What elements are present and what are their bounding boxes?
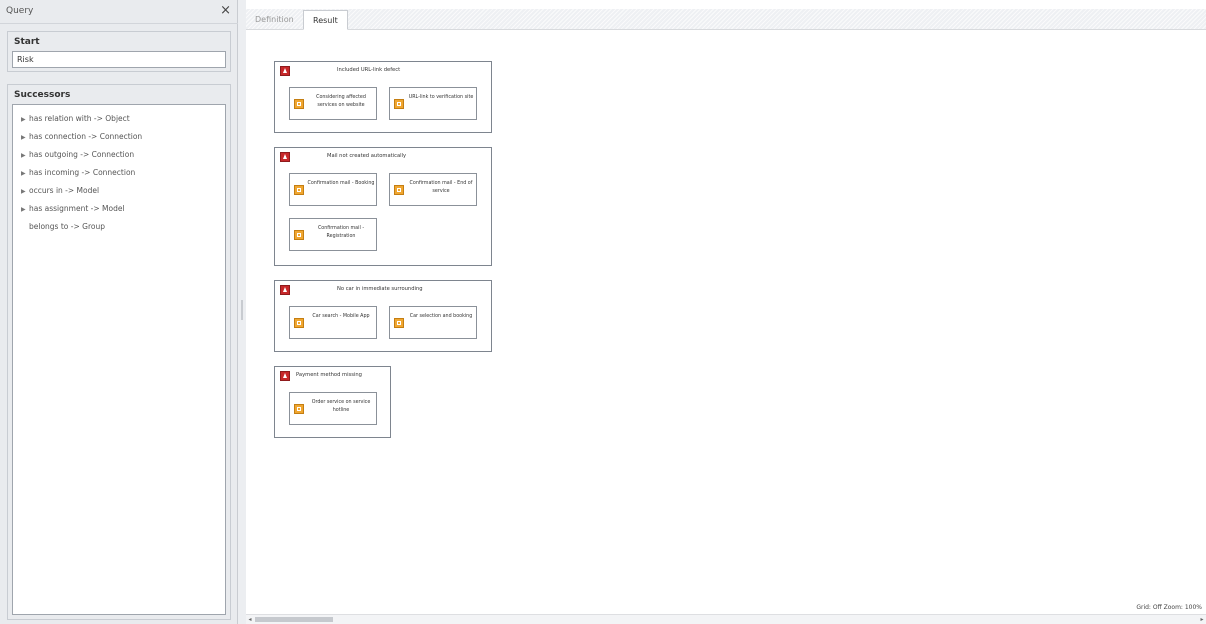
- service-label: Considering affected services on website: [316, 95, 366, 108]
- successor-label: belongs to -> Group: [29, 222, 105, 231]
- risk-icon: [280, 285, 290, 295]
- risk-title: No car in immediate surrounding: [337, 286, 423, 292]
- risk-group[interactable]: No car in immediate surrounding Car searc…: [274, 280, 492, 352]
- risk-icon: [280, 371, 290, 381]
- splitter-grip[interactable]: [241, 300, 243, 320]
- query-panel: Query × Start Successors ▶has relation w…: [0, 0, 238, 624]
- successor-label: occurs in -> Model: [29, 186, 100, 195]
- query-panel-title: Query: [6, 6, 34, 16]
- successor-item[interactable]: ▶ has incoming -> Connection: [13, 167, 225, 185]
- service-icon: [294, 318, 304, 328]
- risk-icon: [280, 152, 290, 162]
- service-object[interactable]: Confirmation mail - Booking: [289, 173, 377, 206]
- expand-caret-icon[interactable]: ▶: [21, 186, 29, 198]
- successor-label: has relation with -> Object: [29, 114, 130, 123]
- service-icon: [294, 99, 304, 109]
- service-object[interactable]: Considering affected services on website: [289, 87, 377, 120]
- successor-item[interactable]: ▶ occurs in -> Model: [13, 185, 225, 203]
- service-icon: [394, 318, 404, 328]
- risk-title: Mail not created automatically: [327, 153, 407, 159]
- horizontal-scrollbar[interactable]: ◂ ▸: [246, 614, 1206, 624]
- scroll-left-icon[interactable]: ◂: [246, 615, 254, 624]
- service-label: Car selection and booking: [409, 314, 473, 319]
- service-object[interactable]: Car search - Mobile App: [289, 306, 377, 339]
- risk-icon: [280, 66, 290, 76]
- result-canvas: Included URL-link defect Considering affe…: [246, 30, 1206, 614]
- risk-group[interactable]: Mail not created automatically Confirmati…: [274, 147, 492, 266]
- tab-bar: Definition Result: [246, 0, 1206, 30]
- service-label: Confirmation mail - End of service: [409, 181, 473, 194]
- successor-item[interactable]: ▶ has assignment -> Model: [13, 203, 225, 221]
- successor-label: has incoming -> Connection: [29, 168, 136, 177]
- successor-item[interactable]: ▶ has relation with -> Object: [13, 113, 225, 131]
- start-section: Start: [7, 31, 231, 72]
- close-icon[interactable]: ×: [220, 3, 231, 19]
- successor-item[interactable]: ▶ has connection -> Connection: [13, 131, 225, 149]
- status-text: Grid: Off Zoom: 100%: [1136, 604, 1202, 611]
- expand-caret-icon[interactable]: ▶: [21, 114, 29, 126]
- successor-label: has outgoing -> Connection: [29, 150, 135, 159]
- service-object[interactable]: Confirmation mail - Registration: [289, 218, 377, 251]
- service-label: Confirmation mail - Registration: [317, 226, 365, 239]
- successor-label: has assignment -> Model: [29, 204, 125, 213]
- expand-caret-icon[interactable]: ▶: [21, 168, 29, 180]
- expand-caret-icon[interactable]: ▶: [21, 150, 29, 162]
- start-label: Start: [14, 37, 40, 47]
- start-input[interactable]: [12, 51, 226, 68]
- successor-item[interactable]: belongs to -> Group: [13, 221, 225, 239]
- tab-bar-strip: [246, 9, 1206, 30]
- service-icon: [394, 185, 404, 195]
- service-label: URL-link to verification site: [408, 95, 474, 100]
- service-object[interactable]: Order service on service hotline: [289, 392, 377, 425]
- risk-title: Included URL-link defect: [337, 67, 401, 73]
- risk-group[interactable]: Included URL-link defect Considering affe…: [274, 61, 492, 133]
- service-label: Car search - Mobile App: [312, 314, 370, 319]
- tab-definition[interactable]: Definition: [246, 10, 303, 30]
- scrollbar-thumb[interactable]: [255, 617, 333, 622]
- service-icon: [294, 404, 304, 414]
- service-label: Order service on service hotline: [311, 400, 371, 413]
- service-icon: [394, 99, 404, 109]
- successors-label: Successors: [14, 90, 71, 100]
- service-icon: [294, 185, 304, 195]
- service-icon: [294, 230, 304, 240]
- successors-list: ▶ has relation with -> Object ▶ has connect…: [12, 104, 226, 615]
- tab-result[interactable]: Result: [303, 10, 348, 30]
- successor-item[interactable]: ▶ has outgoing -> Connection: [13, 149, 225, 167]
- service-object[interactable]: Car selection and booking: [389, 306, 477, 339]
- successors-section: Successors ▶ has relation with -> Object ▶…: [7, 84, 231, 620]
- service-label: Confirmation mail - Booking: [307, 181, 375, 186]
- scroll-right-icon[interactable]: ▸: [1198, 615, 1206, 624]
- expand-caret-icon[interactable]: ▶: [21, 204, 29, 216]
- service-object[interactable]: Confirmation mail - End of service: [389, 173, 477, 206]
- service-object[interactable]: URL-link to verification site: [389, 87, 477, 120]
- query-panel-header: Query ×: [0, 0, 238, 24]
- expand-caret-icon[interactable]: ▶: [21, 132, 29, 144]
- risk-group[interactable]: Payment method missing Order service on s…: [274, 366, 391, 438]
- risk-title: Payment method missing: [296, 372, 362, 378]
- panel-splitter[interactable]: [238, 0, 246, 624]
- successor-label: has connection -> Connection: [29, 132, 143, 141]
